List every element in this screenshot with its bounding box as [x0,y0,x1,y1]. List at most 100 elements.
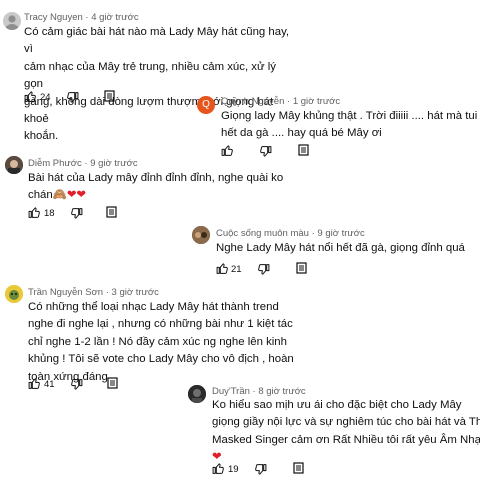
profile-photo-icon [5,156,23,174]
like-button[interactable] [212,462,225,475]
reply-icon [296,262,307,274]
author-name[interactable]: Tracy Nguyen [24,12,83,23]
dislike-button[interactable] [257,263,270,276]
avatar-letter: Q [202,99,210,110]
reply-button[interactable] [106,206,117,218]
thumbs-up-icon [28,207,40,218]
thumbs-up-icon [28,378,40,389]
comment-line: chỉ nghe 1-2 lần ! Nó đầy cảm xúc ng ngh… [28,335,287,348]
comment-text: Ko hiểu sao mịh ưu ái cho đặc biệt cho L… [212,397,480,467]
separator: · [284,96,293,107]
default-avatar-icon [5,15,19,30]
author-name[interactable]: Quỳnh Nguyễn [221,96,284,107]
comment-text: Có những thể loại nhạc Lady Mây hát thàn… [28,299,298,386]
reply-button[interactable] [296,262,307,274]
comment-line: cảm nhạc của Mây trẻ trung, nhiều cảm xú… [24,60,276,91]
comment-actions: 24 [24,90,164,106]
avatar[interactable] [192,226,210,244]
comment-time[interactable]: 3 giờ trước [112,287,159,298]
comment-time[interactable]: 8 giờ trước [258,386,305,397]
comment-text: Bài hát của Lady mây đỉnh đỉnh đỉnh, ngh… [28,170,288,205]
like-button[interactable] [216,262,229,275]
like-count: 21 [231,264,242,275]
reply-button[interactable] [298,144,309,156]
reply-icon [106,206,117,218]
comment-actions [221,144,321,160]
avatar[interactable] [5,285,23,303]
comment-line: Nghe Lady Mây hát nổi hết đã gà, giọng đ… [216,242,465,254]
comment-line: Ko hiểu sao mịh ưu ái cho đặc biệt cho L… [212,399,462,411]
comment-line: chán [28,189,53,202]
avatar[interactable] [3,12,21,30]
comment-line: Có cảm giác bài hát nào mà Lady Mây hát … [24,26,290,56]
comment-author[interactable]: Trần Nguyễn Sơn · 3 giờ trước [28,287,159,298]
comment-line: Giọng lady Mây khủng thật . Trời điiiii … [221,110,480,122]
like-button[interactable] [28,377,41,390]
comment-author[interactable]: Duy'Trần · 8 giờ trước [212,386,306,397]
profile-photo-icon [188,385,206,403]
reply-button[interactable] [293,462,304,474]
comment-line: Masked Singer cảm ơn Rất Nhiều tôi rất y… [212,433,480,446]
separator: · [82,12,92,23]
comment-actions: 19 [212,462,312,478]
avatar[interactable]: Q [197,96,215,114]
emoji: 🙈❤❤ [52,189,86,202]
like-count: 41 [44,379,55,390]
author-name[interactable]: Diễm Phước [28,158,82,169]
like-button[interactable] [24,90,37,103]
thumbs-down-icon [71,379,83,390]
comment-author[interactable]: Cuộc sống muôn màu · 9 giờ trước [216,228,365,239]
comment-time[interactable]: 4 giờ trước [91,12,138,23]
comment-author[interactable]: Quỳnh Nguyễn · 1 giờ trước [221,96,340,107]
comment-line: giọng giầy nội lực và sự nghiêm túc cho … [212,416,480,429]
like-count: 18 [44,208,55,219]
author-name[interactable]: Trần Nguyễn Sơn [28,287,103,298]
thumbs-down-icon [255,464,267,475]
comment-actions: 21 [216,262,316,278]
thumbs-down-icon [71,208,83,219]
author-name[interactable]: Cuộc sống muôn màu [216,228,309,239]
dislike-button[interactable] [70,378,83,391]
thumbs-down-icon [67,92,79,103]
comment-line: nghe đi nghe lại , nhưng có những bài nh… [28,318,293,331]
comment-actions: 18 [28,206,128,222]
thumbs-up-icon [221,145,233,156]
comment-time[interactable]: 9 giờ trước [317,228,364,239]
comment-line: khủng ! Tôi sẽ vote cho Lady Mây cho vô … [28,353,294,366]
comment-author[interactable]: Tracy Nguyen · 4 giờ trước [24,12,139,23]
reply-icon [104,90,115,102]
cartoon-avatar-icon [5,285,23,303]
like-count: 19 [228,464,239,475]
comment-text: Giọng lady Mây khủng thật . Trời điiiii … [221,108,480,143]
avatar[interactable] [5,156,23,174]
comment-time[interactable]: 9 giờ trước [90,158,137,169]
dislike-button[interactable] [259,145,272,158]
thumbs-up-icon [212,463,224,474]
separator: · [103,287,112,298]
separator: · [81,158,91,169]
thumbs-down-icon [260,146,272,157]
like-button[interactable] [28,206,41,219]
comment-text: Nghe Lady Mây hát nổi hết đã gà, giọng đ… [216,240,478,257]
reply-button[interactable] [104,90,115,102]
thumbs-up-icon [216,263,228,274]
like-button[interactable] [221,144,234,157]
reply-button[interactable] [107,377,118,389]
comment-author[interactable]: Diễm Phước · 9 giờ trước [28,158,138,169]
author-name[interactable]: Duy'Trần [212,386,250,397]
comment-actions: 41 [28,377,128,393]
like-count: 24 [40,92,51,103]
profile-photo-icon [192,226,210,244]
comment-line: Có những thể loại nhạc Lady Mây hát thàn… [28,301,279,313]
thumbs-up-icon [24,91,36,102]
comment-line: hết da gà .... hay quá bé Mây ơi [221,127,382,140]
comment-time[interactable]: 1 giờ trước [293,96,340,107]
dislike-button[interactable] [254,463,267,476]
comment-line: Bài hát của Lady mây đỉnh đỉnh đỉnh, ngh… [28,172,284,184]
dislike-button[interactable] [66,91,79,104]
reply-icon [293,462,304,474]
dislike-button[interactable] [70,207,83,220]
reply-icon [298,144,309,156]
avatar[interactable] [188,385,206,403]
thumbs-down-icon [258,264,270,275]
